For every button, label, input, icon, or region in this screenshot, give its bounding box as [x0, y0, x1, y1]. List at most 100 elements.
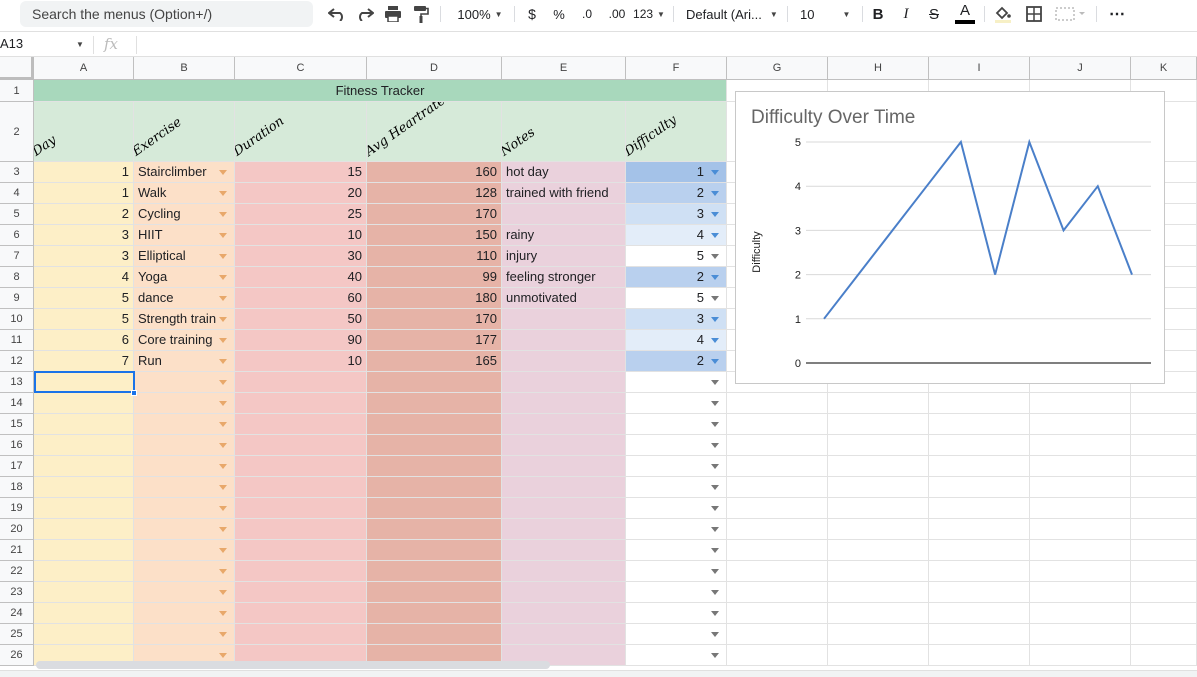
cell-heartrate[interactable]: 110 [367, 246, 502, 267]
dropdown-arrow-icon[interactable] [711, 590, 719, 595]
empty-cell[interactable] [235, 624, 367, 645]
empty-cell[interactable] [727, 498, 828, 519]
dropdown-arrow-icon[interactable] [219, 464, 227, 469]
column-header-b[interactable]: B [134, 57, 235, 80]
dropdown-arrow-icon[interactable] [219, 548, 227, 553]
empty-cell[interactable] [367, 498, 502, 519]
dropdown-arrow-icon[interactable] [711, 485, 719, 490]
cell-duration[interactable]: 60 [235, 288, 367, 309]
empty-cell[interactable] [502, 477, 626, 498]
cell-duration[interactable]: 40 [235, 267, 367, 288]
empty-cell[interactable] [929, 582, 1030, 603]
empty-cell[interactable] [367, 603, 502, 624]
empty-cell[interactable] [1131, 645, 1197, 666]
empty-cell[interactable] [1131, 519, 1197, 540]
empty-cell[interactable] [727, 582, 828, 603]
font-family-select[interactable]: Default (Ari... ▼ [686, 4, 778, 24]
row-header-5[interactable]: 5 [0, 204, 34, 225]
dropdown-arrow-icon[interactable] [711, 401, 719, 406]
empty-cell[interactable] [367, 477, 502, 498]
empty-cell[interactable] [34, 582, 134, 603]
empty-cell[interactable] [34, 603, 134, 624]
empty-cell[interactable] [367, 582, 502, 603]
row-header-1[interactable]: 1 [0, 80, 34, 102]
dropdown-arrow-icon[interactable] [219, 506, 227, 511]
cell-day[interactable]: 5 [34, 288, 134, 309]
empty-cell[interactable] [34, 561, 134, 582]
empty-cell[interactable] [929, 645, 1030, 666]
dropdown-arrow-icon[interactable] [219, 401, 227, 406]
dropdown-arrow-icon[interactable] [711, 212, 719, 217]
empty-cell[interactable] [235, 456, 367, 477]
empty-cell[interactable] [367, 393, 502, 414]
text-color-button[interactable]: A [954, 3, 976, 24]
row-header-13[interactable]: 13 [0, 372, 34, 393]
cell-day[interactable]: 6 [34, 330, 134, 351]
increase-decimal-button[interactable]: .00 [604, 4, 630, 24]
cell-notes[interactable] [502, 204, 626, 225]
empty-cell[interactable] [828, 582, 929, 603]
empty-cell[interactable] [1030, 603, 1131, 624]
empty-cell[interactable] [1030, 645, 1131, 666]
empty-cell[interactable] [828, 456, 929, 477]
empty-cell[interactable] [1030, 393, 1131, 414]
empty-cell[interactable] [1131, 435, 1197, 456]
dropdown-arrow-icon[interactable] [219, 212, 227, 217]
empty-cell[interactable] [929, 519, 1030, 540]
empty-cell[interactable] [34, 477, 134, 498]
chevron-down-icon[interactable]: ▼ [76, 40, 84, 49]
dropdown-arrow-icon[interactable] [711, 359, 719, 364]
cell-day[interactable]: 1 [34, 162, 134, 183]
row-header-20[interactable]: 20 [0, 519, 34, 540]
cell-notes[interactable]: trained with friend [502, 183, 626, 204]
empty-cell[interactable] [828, 624, 929, 645]
empty-cell[interactable] [929, 435, 1030, 456]
empty-cell[interactable] [367, 414, 502, 435]
row-header-26[interactable]: 26 [0, 645, 34, 666]
empty-cell[interactable] [502, 393, 626, 414]
cell-day[interactable]: 1 [34, 183, 134, 204]
dropdown-arrow-icon[interactable] [711, 611, 719, 616]
merge-cells-icon[interactable] [1052, 4, 1088, 24]
cell-heartrate[interactable]: 170 [367, 309, 502, 330]
dropdown-arrow-icon[interactable] [219, 632, 227, 637]
empty-cell[interactable] [1131, 624, 1197, 645]
row-header-18[interactable]: 18 [0, 477, 34, 498]
cell-duration[interactable]: 30 [235, 246, 367, 267]
empty-cell[interactable] [1030, 519, 1131, 540]
empty-cell[interactable] [235, 540, 367, 561]
header-cell-day[interactable]: Day [34, 102, 134, 162]
empty-cell[interactable] [1030, 540, 1131, 561]
empty-cell[interactable] [727, 393, 828, 414]
empty-cell[interactable] [235, 582, 367, 603]
row-header-9[interactable]: 9 [0, 288, 34, 309]
empty-cell[interactable] [929, 624, 1030, 645]
cell-notes[interactable] [502, 330, 626, 351]
more-formats-button[interactable]: 123 ▼ [633, 4, 665, 24]
empty-cell[interactable] [929, 393, 1030, 414]
empty-cell[interactable] [367, 456, 502, 477]
row-header-6[interactable]: 6 [0, 225, 34, 246]
row-header-17[interactable]: 17 [0, 456, 34, 477]
empty-cell[interactable] [828, 540, 929, 561]
dropdown-arrow-icon[interactable] [711, 233, 719, 238]
dropdown-arrow-icon[interactable] [219, 296, 227, 301]
column-header-a[interactable]: A [34, 57, 134, 80]
horizontal-scrollbar[interactable] [36, 661, 550, 669]
empty-cell[interactable] [1131, 582, 1197, 603]
cell-heartrate[interactable]: 177 [367, 330, 502, 351]
column-header-h[interactable]: H [828, 57, 929, 80]
empty-cell[interactable] [502, 372, 626, 393]
empty-cell[interactable] [929, 540, 1030, 561]
dropdown-arrow-icon[interactable] [711, 632, 719, 637]
row-header-7[interactable]: 7 [0, 246, 34, 267]
empty-cell[interactable] [502, 561, 626, 582]
dropdown-arrow-icon[interactable] [711, 380, 719, 385]
empty-cell[interactable] [1030, 582, 1131, 603]
borders-icon[interactable] [1024, 4, 1044, 24]
empty-cell[interactable] [1131, 477, 1197, 498]
empty-cell[interactable] [34, 540, 134, 561]
column-header-i[interactable]: I [929, 57, 1030, 80]
dropdown-arrow-icon[interactable] [711, 653, 719, 658]
empty-cell[interactable] [727, 519, 828, 540]
